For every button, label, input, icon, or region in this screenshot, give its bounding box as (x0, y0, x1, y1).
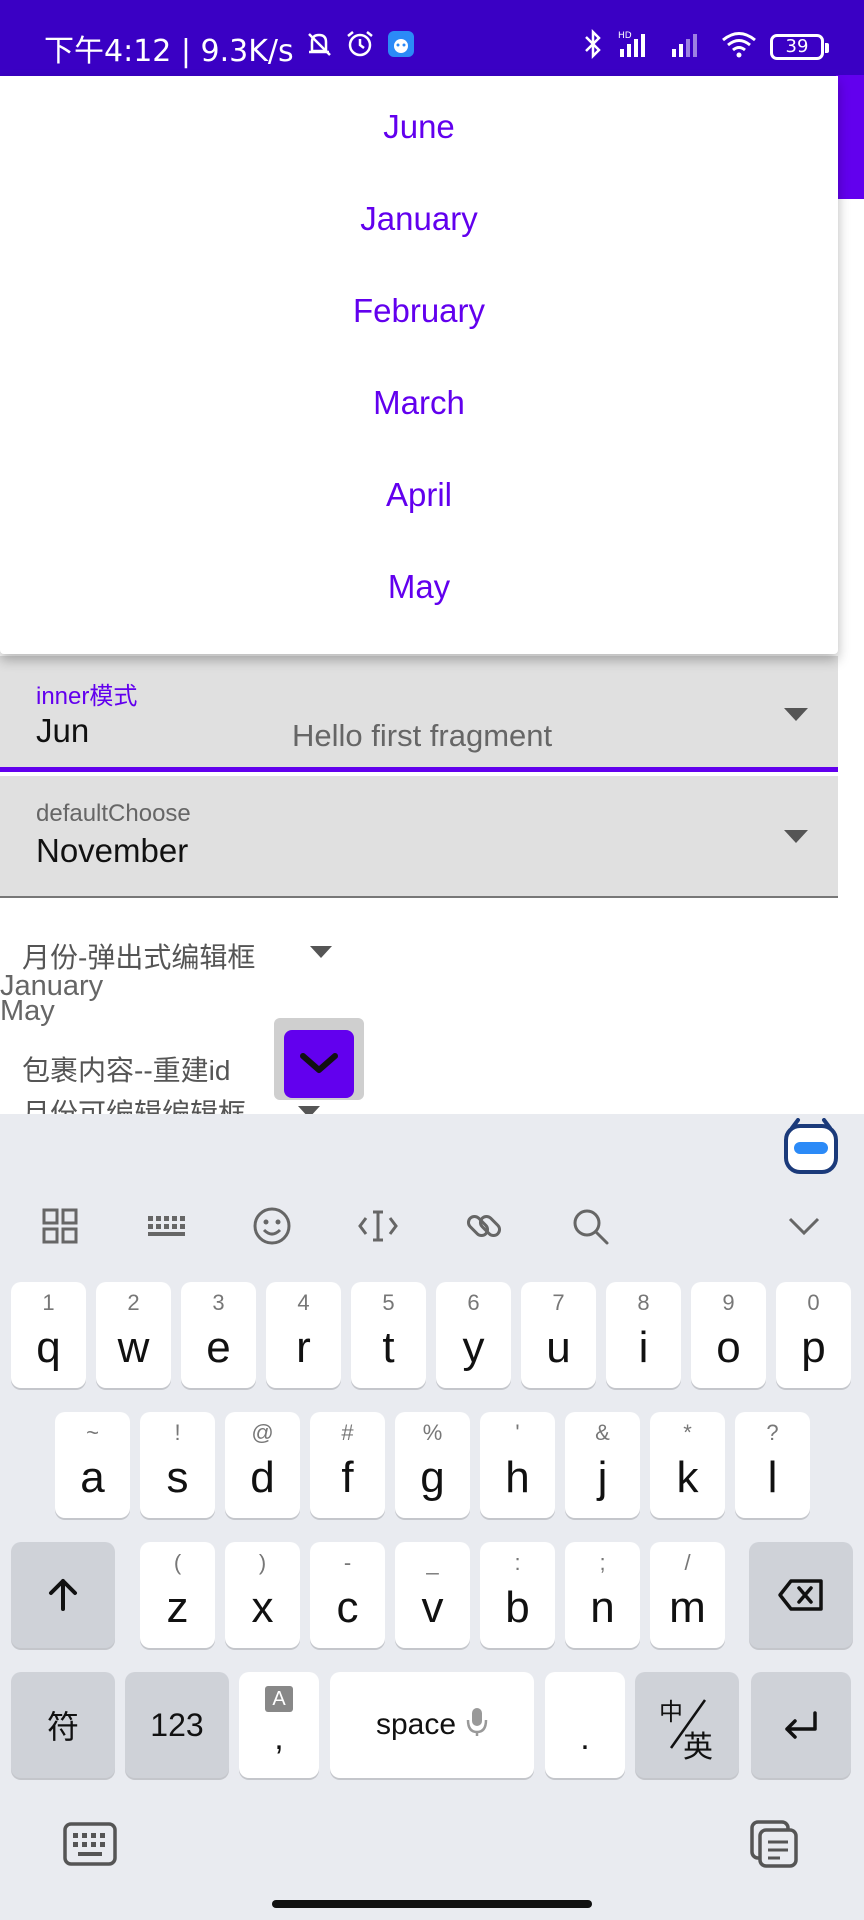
keyboard-switch-icon[interactable] (62, 1820, 118, 1872)
signal-hd-icon: HD (616, 29, 656, 65)
key-u[interactable]: 7u (521, 1282, 596, 1388)
link-icon[interactable] (462, 1204, 506, 1248)
popup-item-march[interactable]: March (0, 368, 838, 438)
key-a[interactable]: ~ a (55, 1412, 130, 1518)
enter-icon (751, 1672, 851, 1778)
default-choose-value: November (36, 832, 189, 869)
key-d[interactable]: @ d (225, 1412, 300, 1518)
mute-bell-icon (304, 29, 334, 67)
key-w[interactable]: 2w (96, 1282, 171, 1388)
key-z[interactable]: (z (140, 1542, 215, 1648)
key-i[interactable]: 8i (606, 1282, 681, 1388)
key-y[interactable]: 6y (436, 1282, 511, 1388)
key-g[interactable]: % g (395, 1412, 470, 1518)
key-n[interactable]: ; n (565, 1542, 640, 1648)
key-t[interactable]: 5t (351, 1282, 426, 1388)
symbols-key[interactable]: 符 (11, 1672, 115, 1778)
grid-icon[interactable] (38, 1204, 82, 1248)
space-key[interactable]: space (330, 1672, 534, 1778)
popup-item-june[interactable]: June (0, 92, 838, 162)
chevron-down-icon (300, 1053, 338, 1073)
key-j[interactable]: & j (565, 1412, 640, 1518)
enter-key[interactable] (751, 1672, 851, 1778)
wifi-icon (720, 29, 758, 65)
shift-arrow-icon (11, 1542, 115, 1648)
popup-item-may[interactable]: May (0, 552, 838, 622)
list-item-may: May (0, 995, 55, 1027)
home-indicator[interactable] (272, 1900, 592, 1908)
dropdown-arrow-icon (784, 708, 808, 721)
key-x[interactable]: ) x (225, 1542, 300, 1648)
status-time-speed: 下午4:12 | 9.3K/s (44, 34, 294, 69)
key-v[interactable]: _ v (395, 1542, 470, 1648)
alarm-icon (344, 28, 376, 68)
signal-icon (668, 29, 708, 65)
inner-mode-value: Jun (36, 712, 90, 749)
spinner-arrow-icon[interactable] (310, 946, 332, 958)
popup-item-january[interactable]: January (0, 184, 838, 254)
search-icon[interactable] (568, 1204, 612, 1248)
key-s[interactable]: ! s (140, 1412, 215, 1518)
wrap-content-label: 包裹内容--重建id (22, 1055, 231, 1086)
collapse-keyboard-icon[interactable] (782, 1204, 826, 1248)
spinner-arrow-icon[interactable] (298, 1106, 320, 1114)
key-o[interactable]: 9o (691, 1282, 766, 1388)
slash-icon (669, 1699, 707, 1749)
emoji-icon[interactable] (250, 1204, 294, 1248)
key-e[interactable]: 3e (181, 1282, 256, 1388)
keyboard-layout-icon[interactable] (144, 1204, 188, 1248)
popup-item-february[interactable]: February (0, 276, 838, 346)
key-h[interactable]: ' h (480, 1412, 555, 1518)
keyboard-assistant-icon[interactable] (782, 1118, 840, 1176)
language-switch-key[interactable]: 中 英 (635, 1672, 739, 1778)
default-choose-label: defaultChoose (36, 800, 191, 827)
key-r[interactable]: 4r (266, 1282, 341, 1388)
month-dropdown-popup: June January February March April May (0, 76, 838, 654)
comma-key[interactable]: A , (239, 1672, 319, 1778)
key-c[interactable]: -c (310, 1542, 385, 1648)
backspace-key[interactable] (749, 1542, 853, 1648)
month-editable-spinner[interactable]: 月份可编辑编辑框 (22, 1092, 246, 1114)
dropdown-arrow-icon (784, 830, 808, 843)
popup-item-april[interactable]: April (0, 460, 838, 530)
inner-mode-label: inner模式 (36, 683, 138, 710)
clipboard-icon[interactable] (748, 1818, 800, 1874)
key-p[interactable]: 0p (776, 1282, 851, 1388)
microphone-icon (466, 1704, 488, 1746)
app-bar (836, 75, 864, 199)
inner-mode-dropdown[interactable]: inner模式 Jun (0, 656, 838, 772)
editable-spinner-row: 月份可编辑编辑框 (0, 1088, 864, 1114)
key-b[interactable]: :b (480, 1542, 555, 1648)
key-k[interactable]: * k (650, 1412, 725, 1518)
default-choose-dropdown[interactable]: defaultChoose November (0, 776, 838, 898)
bluetooth-icon (582, 28, 604, 66)
key-f[interactable]: # f (310, 1412, 385, 1518)
hello-text: Hello first fragment (292, 718, 553, 753)
numbers-key[interactable]: 123 (125, 1672, 229, 1778)
battery-icon: 39 (770, 34, 829, 60)
period-key[interactable]: . (545, 1672, 625, 1778)
key-q[interactable]: 1q (11, 1282, 86, 1388)
cursor-icon[interactable] (356, 1204, 400, 1248)
svg-text:HD: HD (618, 31, 632, 41)
app-icon (386, 29, 416, 67)
shift-key[interactable] (11, 1542, 115, 1648)
backspace-icon (749, 1542, 853, 1648)
key-l[interactable]: ? l (735, 1412, 810, 1518)
key-m[interactable]: / m (650, 1542, 725, 1648)
